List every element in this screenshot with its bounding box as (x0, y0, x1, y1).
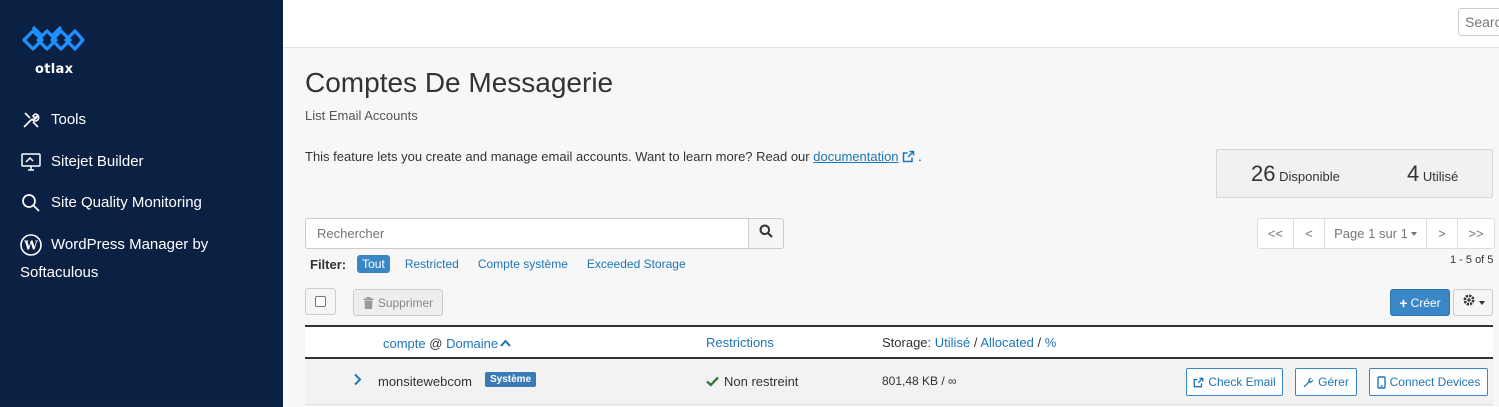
storage-sep: / (973, 335, 978, 350)
caret-down-icon (1478, 300, 1485, 305)
table-header: compte @ Domaine Restrictions Storage: U… (305, 325, 1493, 359)
global-search-input[interactable] (1458, 8, 1499, 36)
sort-domain[interactable]: Domaine (446, 336, 498, 351)
first-page-button[interactable]: << (1258, 219, 1294, 248)
table-row: monsitewebcom Système Non restreint 801,… (305, 359, 1493, 405)
column-account: compte @ Domaine (383, 335, 511, 351)
sidebar-item-site-quality[interactable]: Site Quality Monitoring (20, 189, 202, 217)
check-email-button[interactable]: Check Email (1186, 368, 1283, 396)
search-icon (20, 192, 42, 214)
sort-used[interactable]: Utilisé (935, 335, 970, 350)
sort-restrictions[interactable]: Restrictions (706, 335, 774, 350)
sidebar-item-wordpress[interactable]: W WordPress Manager by Softaculous (20, 231, 250, 287)
description-text: This feature lets you create and manage … (305, 149, 810, 164)
sidebar: otlax Tools Sitejet Builder Site Quality… (0, 0, 283, 407)
page-title: Comptes De Messagerie (305, 67, 614, 98)
page-description: This feature lets you create and manage … (305, 149, 922, 166)
used-count: 4 (1407, 161, 1420, 186)
external-link-icon[interactable] (902, 150, 915, 166)
gear-icon (1462, 293, 1476, 312)
page-subtitle: List Email Accounts (305, 108, 418, 123)
tools-icon (20, 109, 42, 131)
quota-stats: 26 Disponible 4 Utilisé (1216, 149, 1493, 198)
create-label: Créer (1410, 295, 1441, 310)
chevron-right-icon[interactable] (353, 373, 362, 389)
connect-devices-button[interactable]: Connect Devices (1369, 368, 1488, 396)
storage-value: 801,48 KB / ∞ (882, 374, 957, 388)
sort-percent[interactable]: % (1045, 335, 1057, 350)
monitor-icon (20, 151, 42, 173)
account-search-input[interactable] (305, 218, 749, 249)
sort-allocated[interactable]: Allocated (980, 335, 1033, 350)
documentation-link[interactable]: documentation (813, 149, 898, 164)
filter-all[interactable]: Tout (357, 255, 390, 273)
pagination: << < Page 1 sur 1 > >> (1257, 218, 1495, 249)
sidebar-item-label: Sitejet Builder (51, 153, 144, 170)
page-select[interactable]: Page 1 sur 1 (1325, 219, 1427, 248)
checkbox-square (315, 296, 326, 307)
next-page-button[interactable]: > (1427, 219, 1458, 248)
prev-page-button[interactable]: < (1294, 219, 1325, 248)
sidebar-item-label: Tools (51, 111, 87, 128)
sidebar-item-tools[interactable]: Tools (20, 106, 86, 134)
storage-sep: / (1037, 335, 1042, 350)
stat-used: 4 Utilisé (1407, 161, 1458, 187)
restriction-status: Non restreint (706, 374, 798, 389)
wrench-icon (1303, 377, 1314, 388)
select-all-checkbox[interactable] (305, 288, 336, 315)
stat-available: 26 Disponible (1251, 161, 1340, 187)
storage-label: Storage: (882, 335, 932, 350)
search-button[interactable] (748, 218, 784, 249)
available-count: 26 (1251, 161, 1276, 186)
check-icon (706, 376, 719, 387)
manage-label: Gérer (1318, 375, 1349, 389)
create-button[interactable]: + Créer (1390, 289, 1450, 316)
filter-restricted[interactable]: Restricted (405, 257, 459, 271)
column-storage: Storage: Utilisé / Allocated / % (882, 335, 1056, 350)
used-label: Utilisé (1422, 169, 1459, 184)
check-email-label: Check Email (1208, 375, 1276, 389)
page-select-label: Page 1 sur 1 (1334, 226, 1408, 241)
brand-logo[interactable]: otlax (20, 22, 86, 78)
external-link-icon (1193, 377, 1204, 388)
sidebar-item-label: WordPress Manager by Softaculous (20, 236, 209, 281)
logo-icon (22, 25, 85, 51)
last-page-button[interactable]: >> (1458, 219, 1494, 248)
mobile-icon (1376, 375, 1386, 389)
delete-label: Supprimer (377, 295, 434, 310)
results-count: 1 - 5 of 5 (1450, 254, 1494, 266)
main-content: Comptes De Messagerie List Email Account… (283, 49, 1499, 407)
available-label: Disponible (1279, 169, 1340, 184)
connect-devices-label: Connect Devices (1389, 375, 1481, 389)
delete-button[interactable]: Supprimer (353, 289, 443, 316)
brand-name: otlax (35, 62, 74, 77)
trash-icon (363, 296, 374, 309)
filter-system-account[interactable]: Compte système (478, 257, 568, 271)
sort-account[interactable]: compte (383, 336, 426, 351)
description-end: . (918, 149, 922, 164)
restriction-text: Non restreint (724, 374, 799, 389)
chevron-up-icon[interactable] (500, 335, 511, 350)
manage-button[interactable]: Gérer (1295, 368, 1357, 396)
filter-label: Filter: (310, 256, 347, 272)
column-restrictions: Restrictions (706, 335, 774, 350)
caret-down-icon (1410, 231, 1417, 236)
settings-dropdown-button[interactable] (1453, 289, 1493, 316)
top-bar (283, 0, 1499, 48)
filter-bar: Filter: Tout Restricted Compte système E… (310, 255, 705, 273)
filter-exceeded-storage[interactable]: Exceeded Storage (587, 257, 686, 271)
search-icon (759, 224, 773, 243)
account-name: monsitewebcom (378, 374, 472, 389)
sidebar-item-sitejet[interactable]: Sitejet Builder (20, 148, 144, 176)
sidebar-item-label: Site Quality Monitoring (51, 194, 202, 211)
at-sign: @ (429, 336, 443, 351)
plus-icon: + (1399, 294, 1408, 311)
system-badge: Système (485, 372, 537, 387)
